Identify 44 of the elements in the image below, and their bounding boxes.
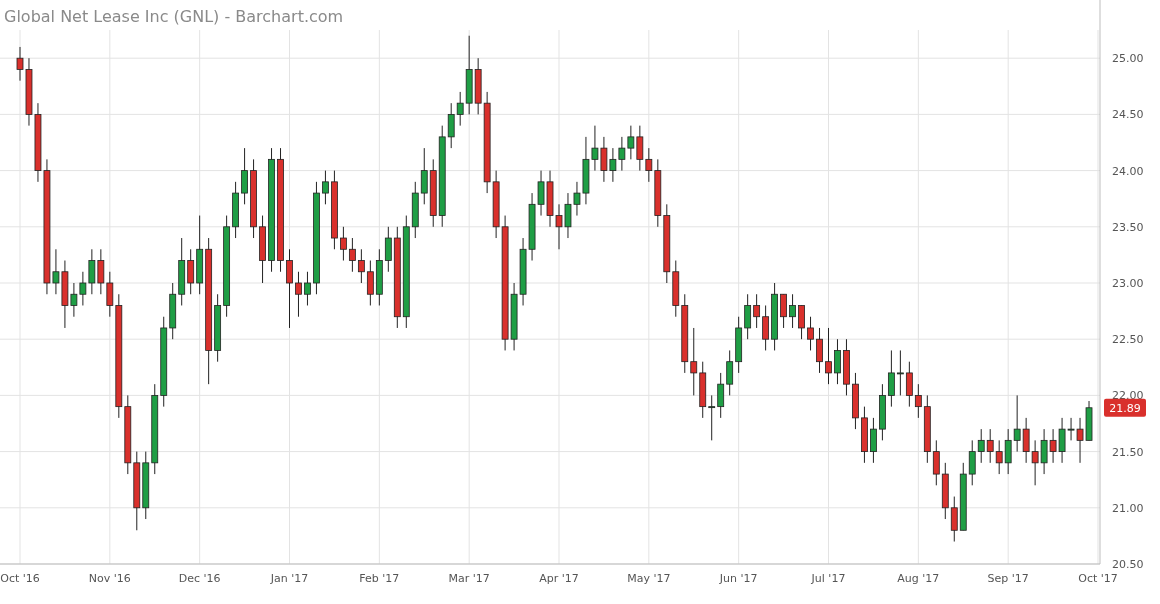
candle bbox=[870, 417, 877, 464]
candle bbox=[259, 215, 266, 284]
candle bbox=[798, 305, 805, 340]
x-axis-label: May '17 bbox=[627, 572, 671, 585]
x-axis-label: Aug '17 bbox=[897, 572, 940, 585]
candle bbox=[789, 293, 796, 329]
x-axis-label: Nov '16 bbox=[88, 572, 131, 585]
candle bbox=[232, 181, 239, 239]
candle bbox=[834, 338, 841, 385]
y-axis-label: 23.00 bbox=[1112, 277, 1144, 290]
candle bbox=[304, 271, 311, 306]
y-axis-label: 24.00 bbox=[1112, 164, 1144, 178]
candle bbox=[322, 170, 329, 205]
candle bbox=[825, 327, 832, 385]
candle bbox=[816, 327, 823, 374]
candle bbox=[843, 338, 850, 396]
x-axis-label: Dec '16 bbox=[178, 572, 221, 585]
y-axis-label: 22.50 bbox=[1112, 333, 1144, 347]
candle bbox=[771, 282, 778, 351]
candle bbox=[780, 293, 787, 329]
candle bbox=[807, 316, 814, 351]
x-axis-label: Feb '17 bbox=[359, 572, 400, 585]
x-axis-label: Jan '17 bbox=[270, 572, 309, 585]
x-axis-label: Jun '17 bbox=[719, 572, 758, 585]
y-axis-label: 25.00 bbox=[1112, 52, 1144, 66]
y-axis-label: 20.50 bbox=[1112, 558, 1144, 571]
y-axis-label: 23.50 bbox=[1112, 220, 1144, 234]
y-axis-label: 21.00 bbox=[1112, 501, 1144, 515]
x-axis-label: Mar '17 bbox=[448, 572, 490, 585]
candle bbox=[295, 271, 302, 318]
last-price-badge: 21.89 bbox=[1104, 398, 1146, 417]
candle bbox=[879, 383, 886, 441]
y-axis-label: 21.50 bbox=[1112, 445, 1144, 459]
y-axis-label: 24.50 bbox=[1112, 108, 1144, 122]
x-axis-label: Oct '16 bbox=[0, 572, 40, 585]
chart-title: Global Net Lease Inc (GNL) - Barchart.com bbox=[4, 7, 344, 26]
x-axis-label: Oct '17 bbox=[1078, 572, 1118, 585]
candle bbox=[852, 372, 859, 430]
x-axis-label: Apr '17 bbox=[539, 572, 579, 585]
candle bbox=[861, 406, 868, 464]
candle bbox=[340, 226, 347, 261]
candle bbox=[241, 147, 248, 205]
x-axis-label: Sep '17 bbox=[987, 572, 1029, 585]
x-axis-label: Jul '17 bbox=[811, 572, 846, 585]
